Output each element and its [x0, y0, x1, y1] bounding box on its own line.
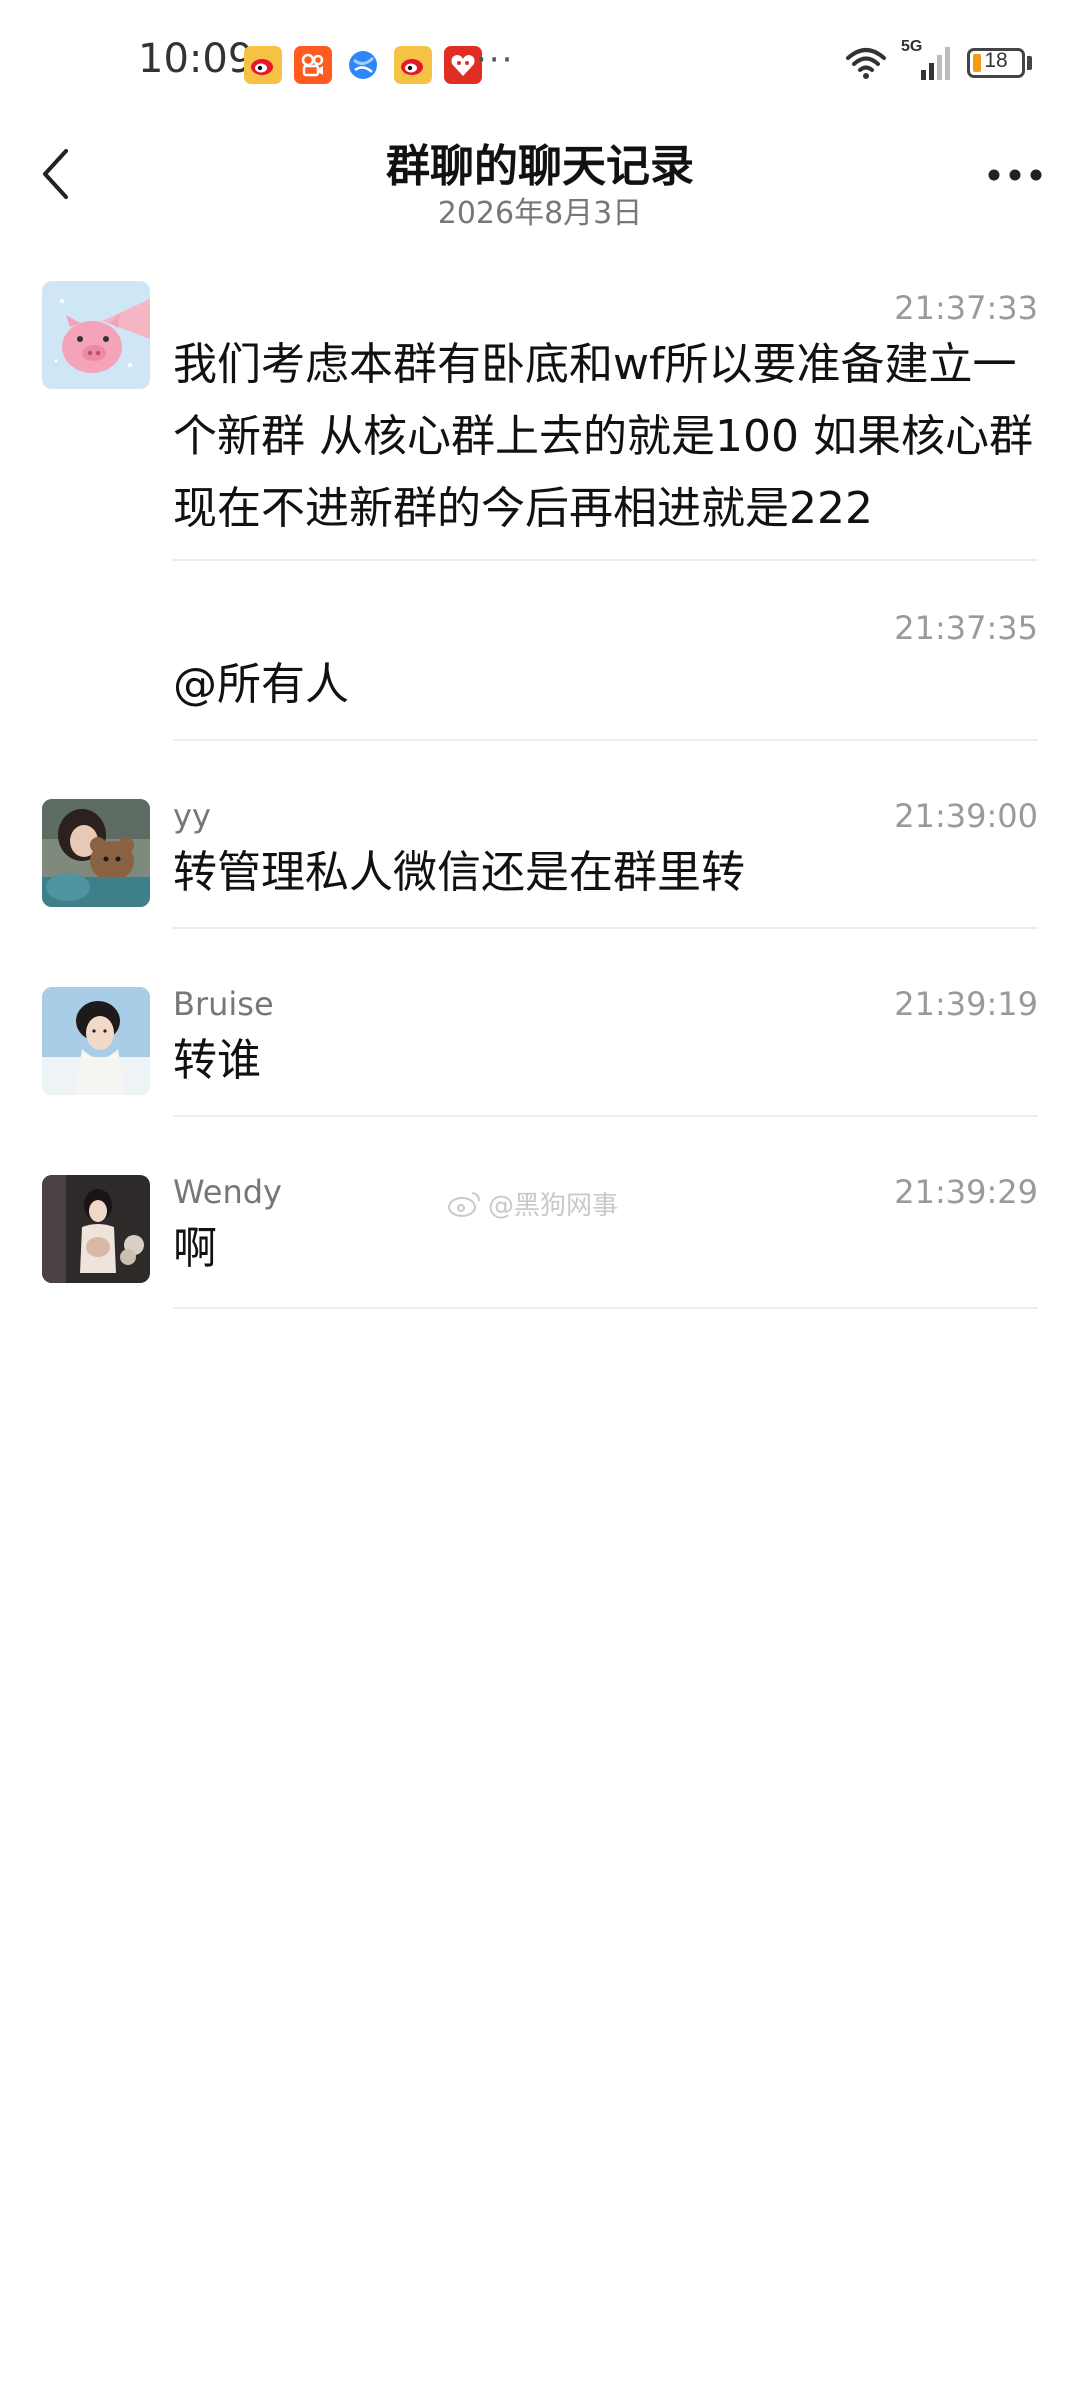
wifi-icon [846, 48, 886, 79]
sender-name: Wendy [173, 1173, 282, 1211]
page-title: 群聊的聊天记录 [386, 141, 694, 192]
message-list: 21:37:33 我们考虑本群有卧底和wf所以要准备建立一个新群 从核心群上去的… [0, 275, 1080, 1309]
woman-portrait-avatar-image [42, 987, 150, 1095]
message-text: @所有人 [173, 659, 349, 710]
sender-name: Bruise [173, 985, 274, 1023]
message-content: Bruise 21:39:19 转谁 [173, 981, 1038, 1117]
watermark: @黑狗网事 [446, 1185, 618, 1222]
message-content: 21:37:35 @所有人 [173, 605, 1038, 741]
message-item: Bruise 21:39:19 转谁 [0, 981, 1080, 1117]
cellular-signal-icon: 5G [901, 38, 953, 82]
more-options-button[interactable] [980, 150, 1050, 200]
kuaishou-app-icon [294, 46, 332, 84]
message-time: 21:39:19 [894, 985, 1038, 1023]
girl-with-bear-avatar-image [42, 799, 150, 907]
battery-cap [1027, 56, 1032, 70]
browser-app-icon [344, 46, 382, 84]
message-text: 我们考虑本群有卧底和wf所以要准备建立一个新群 从核心群上去的就是100 如果核… [173, 339, 1033, 534]
message-time: 21:39:00 [894, 797, 1038, 835]
system-indicators: 5G 18 [845, 38, 1032, 82]
status-bar: 10:09 ··· 5G 18 [0, 0, 1080, 130]
weibo-app-icon [244, 46, 282, 84]
battery-level-text: 18 [984, 49, 1008, 72]
pig-avatar-image [42, 281, 150, 389]
sender-name: yy [173, 797, 211, 835]
more-notifications-icon: ··· [476, 40, 515, 80]
message-time: 21:37:35 [894, 609, 1038, 647]
avatar[interactable] [42, 1175, 150, 1283]
woman-dark-avatar-image [42, 1175, 150, 1283]
chat-history-header: 群聊的聊天记录 2026年8月3日 [0, 130, 1080, 240]
battery-icon: 18 [967, 48, 1025, 78]
message-item: yy 21:39:00 转管理私人微信还是在群里转 [0, 793, 1080, 929]
more-dots-icon [988, 169, 1042, 181]
avatar[interactable] [42, 987, 150, 1095]
message-item: 21:37:35 @所有人 [0, 605, 1080, 741]
message-time: 21:37:33 [894, 289, 1038, 327]
avatar[interactable] [42, 799, 150, 907]
message-item: 21:37:33 我们考虑本群有卧底和wf所以要准备建立一个新群 从核心群上去的… [0, 275, 1080, 561]
notification-icons [244, 46, 482, 84]
message-content: yy 21:39:00 转管理私人微信还是在群里转 [173, 793, 1038, 929]
message-time: 21:39:29 [894, 1173, 1038, 1211]
weibo-app-icon-2 [394, 46, 432, 84]
message-text: 啊 [173, 1223, 217, 1274]
message-text: 转谁 [173, 1035, 261, 1086]
page-subtitle-date: 2026年8月3日 [437, 196, 643, 231]
watermark-text: @黑狗网事 [488, 1191, 619, 1221]
status-time: 10:09 [138, 36, 254, 82]
message-text: 转管理私人微信还是在群里转 [173, 847, 745, 898]
message-content: 21:37:33 我们考虑本群有卧底和wf所以要准备建立一个新群 从核心群上去的… [173, 275, 1038, 561]
avatar[interactable] [42, 281, 150, 389]
weibo-watermark-icon [448, 1191, 480, 1217]
